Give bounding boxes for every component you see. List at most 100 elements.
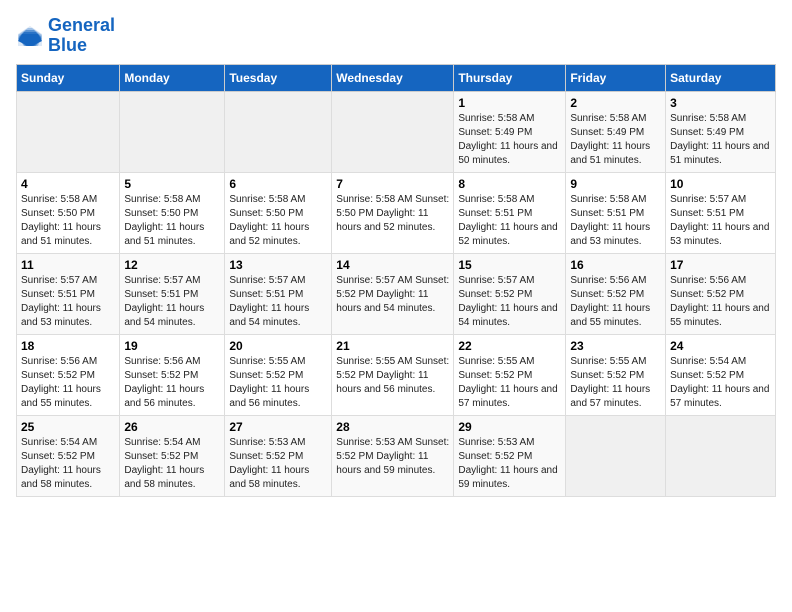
calendar-cell: 16 Sunrise: 5:56 AM Sunset: 5:52 PM Dayli… — [566, 253, 666, 334]
calendar-cell: 28Sunrise: 5:53 AM Sunset: 5:52 PM Dayli… — [332, 415, 454, 496]
day-number: 11 — [21, 258, 115, 272]
day-info: Sunrise: 5:56 AM Sunset: 5:52 PM Dayligh… — [21, 355, 115, 411]
day-info: Sunrise: 5:58 AM Sunset: 5:51 PM Dayligh… — [458, 193, 561, 249]
logo-text: General Blue — [48, 16, 115, 56]
header-wednesday: Wednesday — [332, 64, 454, 91]
header: General Blue — [16, 16, 776, 56]
calendar-week-row: 1Sunrise: 5:58 AM Sunset: 5:49 PM Daylig… — [17, 91, 776, 172]
day-info: Sunrise: 5:58 AM Sunset: 5:50 PM Dayligh… — [124, 193, 220, 249]
calendar-cell — [566, 415, 666, 496]
day-info: Sunrise: 5:53 AM Sunset: 5:52 PM Dayligh… — [229, 436, 327, 492]
day-number: 14 — [336, 258, 449, 272]
calendar-cell: 18 Sunrise: 5:56 AM Sunset: 5:52 PM Dayli… — [17, 334, 120, 415]
day-number: 22 — [458, 339, 561, 353]
header-monday: Monday — [120, 64, 225, 91]
day-info: Sunrise: 5:55 AM Sunset: 5:52 PM Dayligh… — [458, 355, 561, 411]
calendar-cell: 15Sunrise: 5:57 AM Sunset: 5:52 PM Dayli… — [454, 253, 566, 334]
calendar-cell: 8 Sunrise: 5:58 AM Sunset: 5:51 PM Daylig… — [454, 172, 566, 253]
day-info: Sunrise: 5:57 AM Sunset: 5:51 PM Dayligh… — [229, 274, 327, 330]
header-sunday: Sunday — [17, 64, 120, 91]
day-number: 28 — [336, 420, 449, 434]
calendar-cell: 19 Sunrise: 5:56 AM Sunset: 5:52 PM Dayli… — [120, 334, 225, 415]
day-number: 27 — [229, 420, 327, 434]
header-saturday: Saturday — [666, 64, 776, 91]
calendar-cell — [225, 91, 332, 172]
day-number: 21 — [336, 339, 449, 353]
day-number: 24 — [670, 339, 771, 353]
calendar-cell: 4 Sunrise: 5:58 AM Sunset: 5:50 PM Daylig… — [17, 172, 120, 253]
day-number: 18 — [21, 339, 115, 353]
day-number: 23 — [570, 339, 661, 353]
day-info: Sunrise: 5:57 AM Sunset: 5:51 PM Dayligh… — [21, 274, 115, 330]
calendar-cell: 26 Sunrise: 5:54 AM Sunset: 5:52 PM Dayli… — [120, 415, 225, 496]
day-number: 4 — [21, 177, 115, 191]
header-thursday: Thursday — [454, 64, 566, 91]
calendar-cell: 11 Sunrise: 5:57 AM Sunset: 5:51 PM Dayli… — [17, 253, 120, 334]
day-info: Sunrise: 5:54 AM Sunset: 5:52 PM Dayligh… — [21, 436, 115, 492]
day-number: 10 — [670, 177, 771, 191]
day-number: 5 — [124, 177, 220, 191]
calendar-cell: 24 Sunrise: 5:54 AM Sunset: 5:52 PM Dayli… — [666, 334, 776, 415]
day-info: Sunrise: 5:58 AM Sunset: 5:50 PM Dayligh… — [229, 193, 327, 249]
calendar-cell: 5 Sunrise: 5:58 AM Sunset: 5:50 PM Daylig… — [120, 172, 225, 253]
calendar-cell: 12 Sunrise: 5:57 AM Sunset: 5:51 PM Dayli… — [120, 253, 225, 334]
day-info: Sunrise: 5:56 AM Sunset: 5:52 PM Dayligh… — [570, 274, 661, 330]
day-info: Sunrise: 5:58 AM Sunset: 5:49 PM Dayligh… — [458, 112, 561, 168]
calendar-cell — [120, 91, 225, 172]
day-info: Sunrise: 5:56 AM Sunset: 5:52 PM Dayligh… — [124, 355, 220, 411]
calendar-cell: 6 Sunrise: 5:58 AM Sunset: 5:50 PM Daylig… — [225, 172, 332, 253]
calendar-cell: 20 Sunrise: 5:55 AM Sunset: 5:52 PM Dayli… — [225, 334, 332, 415]
calendar-cell: 13 Sunrise: 5:57 AM Sunset: 5:51 PM Dayli… — [225, 253, 332, 334]
day-number: 20 — [229, 339, 327, 353]
day-info: Sunrise: 5:58 AM Sunset: 5:50 PM Dayligh… — [21, 193, 115, 249]
day-info: Sunrise: 5:58 AM Sunset: 5:49 PM Dayligh… — [570, 112, 661, 168]
day-info: Sunrise: 5:58 AM Sunset: 5:51 PM Dayligh… — [570, 193, 661, 249]
calendar-cell — [666, 415, 776, 496]
day-number: 9 — [570, 177, 661, 191]
logo-icon — [16, 24, 44, 48]
day-number: 13 — [229, 258, 327, 272]
day-number: 16 — [570, 258, 661, 272]
day-info: Sunrise: 5:57 AM Sunset: 5:51 PM Dayligh… — [670, 193, 771, 249]
calendar-cell — [17, 91, 120, 172]
calendar-cell: 29 Sunrise: 5:53 AM Sunset: 5:52 PM Dayli… — [454, 415, 566, 496]
day-number: 29 — [458, 420, 561, 434]
calendar-cell: 10 Sunrise: 5:57 AM Sunset: 5:51 PM Dayli… — [666, 172, 776, 253]
calendar-week-row: 11 Sunrise: 5:57 AM Sunset: 5:51 PM Dayli… — [17, 253, 776, 334]
calendar-cell — [332, 91, 454, 172]
calendar-cell: 7 Sunrise: 5:58 AM Sunset: 5:50 PM Daylig… — [332, 172, 454, 253]
day-number: 7 — [336, 177, 449, 191]
calendar-cell: 2 Sunrise: 5:58 AM Sunset: 5:49 PM Daylig… — [566, 91, 666, 172]
calendar-table: SundayMondayTuesdayWednesdayThursdayFrid… — [16, 64, 776, 497]
day-number: 8 — [458, 177, 561, 191]
day-number: 6 — [229, 177, 327, 191]
day-info: Sunrise: 5:53 AM Sunset: 5:52 PM Dayligh… — [458, 436, 561, 492]
day-info: Sunrise: 5:56 AM Sunset: 5:52 PM Dayligh… — [670, 274, 771, 330]
day-info: Sunrise: 5:54 AM Sunset: 5:52 PM Dayligh… — [670, 355, 771, 411]
day-info: Sunrise: 5:58 AM Sunset: 5:50 PM Dayligh… — [336, 193, 449, 235]
day-info: Sunrise: 5:58 AM Sunset: 5:49 PM Dayligh… — [670, 112, 771, 168]
calendar-cell: 21Sunrise: 5:55 AM Sunset: 5:52 PM Dayli… — [332, 334, 454, 415]
day-info: Sunrise: 5:57 AM Sunset: 5:51 PM Dayligh… — [124, 274, 220, 330]
day-info: Sunrise: 5:57 AM Sunset: 5:52 PM Dayligh… — [336, 274, 449, 316]
header-tuesday: Tuesday — [225, 64, 332, 91]
calendar-cell: 1Sunrise: 5:58 AM Sunset: 5:49 PM Daylig… — [454, 91, 566, 172]
day-info: Sunrise: 5:55 AM Sunset: 5:52 PM Dayligh… — [229, 355, 327, 411]
day-info: Sunrise: 5:54 AM Sunset: 5:52 PM Dayligh… — [124, 436, 220, 492]
day-number: 15 — [458, 258, 561, 272]
calendar-cell: 25Sunrise: 5:54 AM Sunset: 5:52 PM Dayli… — [17, 415, 120, 496]
calendar-cell: 3Sunrise: 5:58 AM Sunset: 5:49 PM Daylig… — [666, 91, 776, 172]
day-number: 19 — [124, 339, 220, 353]
calendar-cell: 14 Sunrise: 5:57 AM Sunset: 5:52 PM Dayli… — [332, 253, 454, 334]
day-number: 12 — [124, 258, 220, 272]
calendar-week-row: 4 Sunrise: 5:58 AM Sunset: 5:50 PM Daylig… — [17, 172, 776, 253]
calendar-week-row: 25Sunrise: 5:54 AM Sunset: 5:52 PM Dayli… — [17, 415, 776, 496]
calendar-header-row: SundayMondayTuesdayWednesdayThursdayFrid… — [17, 64, 776, 91]
calendar-cell: 23 Sunrise: 5:55 AM Sunset: 5:52 PM Dayli… — [566, 334, 666, 415]
day-number: 17 — [670, 258, 771, 272]
header-friday: Friday — [566, 64, 666, 91]
day-info: Sunrise: 5:55 AM Sunset: 5:52 PM Dayligh… — [570, 355, 661, 411]
day-number: 2 — [570, 96, 661, 110]
calendar-cell: 27 Sunrise: 5:53 AM Sunset: 5:52 PM Dayli… — [225, 415, 332, 496]
day-number: 26 — [124, 420, 220, 434]
